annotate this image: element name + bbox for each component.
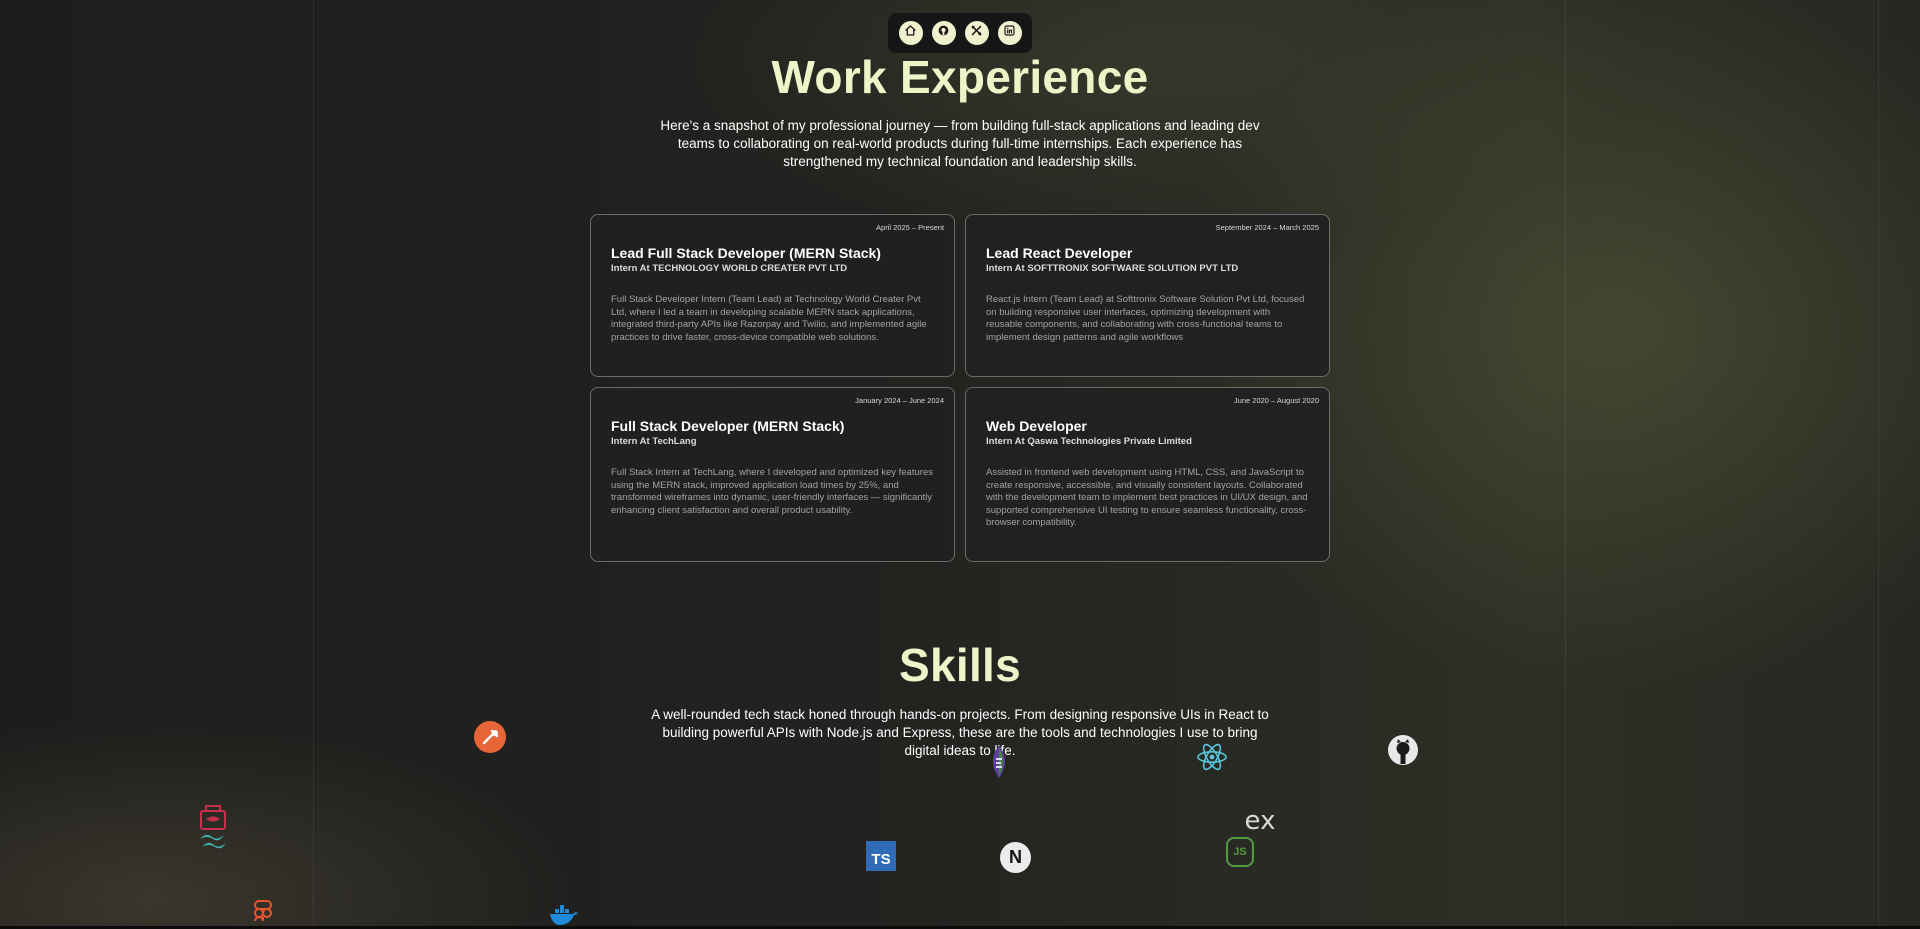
experience-company: Intern At TECHNOLOGY WORLD CREATER PVT L… xyxy=(611,263,848,274)
skills-intro: A well-rounded tech stack honed through … xyxy=(651,707,1269,758)
experience-description: React.js Intern (Team Lead) at Softtroni… xyxy=(986,294,1305,343)
floating-navbar xyxy=(888,13,1032,53)
nodejs-icon: JS xyxy=(1226,837,1254,867)
experience-role: Lead Full Stack Developer (MERN Stack) xyxy=(611,245,881,261)
experience-role: Lead React Developer xyxy=(986,245,1133,261)
experience-description: Assisted in frontend web development usi… xyxy=(986,467,1308,529)
github-icon xyxy=(937,24,950,42)
typescript-icon: TS xyxy=(866,841,896,871)
github-icon xyxy=(1387,734,1419,766)
experience-company: Intern At SOFTTRONIX SOFTWARE SOLUTION P… xyxy=(986,263,1239,274)
experience-company: Intern At Qaswa Technologies Private Lim… xyxy=(986,436,1192,447)
experience-card: April 2025 – Present Lead Full Stack Dev… xyxy=(590,214,955,377)
nav-github-button[interactable] xyxy=(931,21,956,45)
experience-role: Full Stack Developer (MERN Stack) xyxy=(611,418,845,434)
linkedin-icon xyxy=(1003,24,1016,42)
layout-guide-line xyxy=(1878,0,1879,929)
nav-home-button[interactable] xyxy=(898,21,923,45)
express-icon: ex xyxy=(1244,806,1276,836)
experience-role: Web Developer xyxy=(986,418,1087,434)
experience-description: Full Stack Developer Intern (Team Lead) … xyxy=(611,294,927,343)
docker-icon xyxy=(549,905,579,926)
experience-card: June 2020 – August 2020 Web Developer In… xyxy=(965,387,1330,562)
experience-card: September 2024 – March 2025 Lead React D… xyxy=(965,214,1330,377)
experience-date: January 2024 – June 2024 xyxy=(855,396,944,405)
experience-date: April 2025 – Present xyxy=(876,223,944,232)
work-experience-intro: Here's a snapshot of my professional jou… xyxy=(660,118,1260,169)
experience-date: June 2020 – August 2020 xyxy=(1233,396,1319,405)
tools-icon xyxy=(970,24,983,42)
experience-card: January 2024 – June 2024 Full Stack Deve… xyxy=(590,387,955,562)
react-icon xyxy=(1196,742,1228,772)
experience-company: Intern At TechLang xyxy=(611,436,697,447)
mongodb-icon xyxy=(985,745,1013,779)
nextjs-icon: N xyxy=(1000,842,1031,873)
skills-title: Skills xyxy=(899,639,1021,691)
figma-icon xyxy=(252,900,274,926)
layout-guide-line xyxy=(313,0,314,929)
nav-tools-button[interactable] xyxy=(964,21,989,45)
work-experience-title: Work Experience xyxy=(771,51,1149,103)
nav-linkedin-button[interactable] xyxy=(997,21,1022,45)
experience-date: September 2024 – March 2025 xyxy=(1215,223,1319,232)
postman-icon xyxy=(474,721,506,753)
home-icon xyxy=(904,24,917,42)
tailwind-icon xyxy=(198,832,228,850)
experience-description: Full Stack Intern at TechLang, where I d… xyxy=(611,467,933,516)
sass-icon xyxy=(198,803,228,831)
layout-guide-line xyxy=(1565,0,1566,929)
